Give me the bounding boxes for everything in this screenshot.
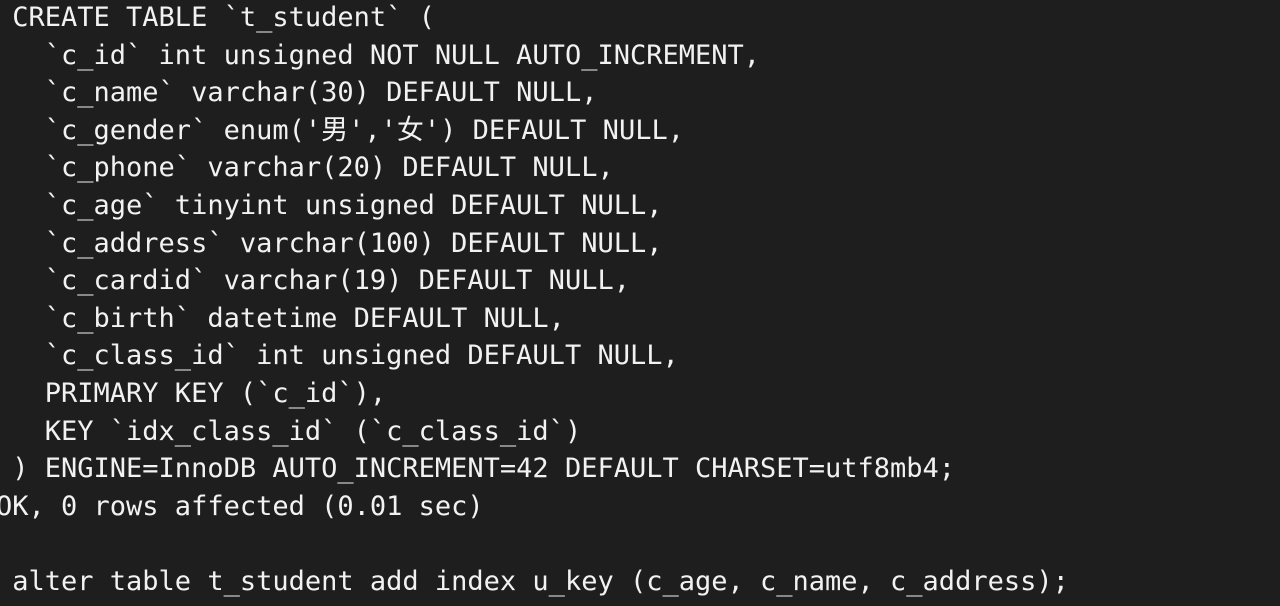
column-c-birth-line: `c_birth` datetime DEFAULT NULL, <box>0 302 565 334</box>
alter-table-command-line[interactable]: alter table t_student add index u_key (c… <box>0 563 1069 601</box>
column-c-phone-line: `c_phone` varchar(20) DEFAULT NULL, <box>0 152 614 184</box>
primary-key-line: PRIMARY KEY (`c_id`), <box>0 377 387 409</box>
index-key-line: KEY `idx_class_id` (`c_class_id`) <box>0 415 582 447</box>
terminal-output: CREATE TABLE `t_student` ( `c_id` int un… <box>0 0 1069 601</box>
column-c-id-line: `c_id` int unsigned NOT NULL AUTO_INCREM… <box>0 39 761 71</box>
column-c-address-line: `c_address` varchar(100) DEFAULT NULL, <box>0 227 663 259</box>
create-table-line: CREATE TABLE `t_student` ( <box>0 2 435 33</box>
column-c-gender-line: `c_gender` enum('男','女') DEFAULT NULL, <box>0 114 684 146</box>
column-c-name-line: `c_name` varchar(30) DEFAULT NULL, <box>0 77 598 109</box>
terminal-window[interactable]: CREATE TABLE `t_student` ( `c_id` int un… <box>0 0 1280 606</box>
query-result-line: OK, 0 rows affected (0.01 sec) <box>0 490 484 522</box>
engine-line: ) ENGINE=InnoDB AUTO_INCREMENT=42 DEFAUL… <box>0 453 956 485</box>
column-c-class-id-line: `c_class_id` int unsigned DEFAULT NULL, <box>0 340 679 372</box>
column-c-age-line: `c_age` tinyint unsigned DEFAULT NULL, <box>0 189 663 221</box>
column-c-cardid-line: `c_cardid` varchar(19) DEFAULT NULL, <box>0 265 630 297</box>
